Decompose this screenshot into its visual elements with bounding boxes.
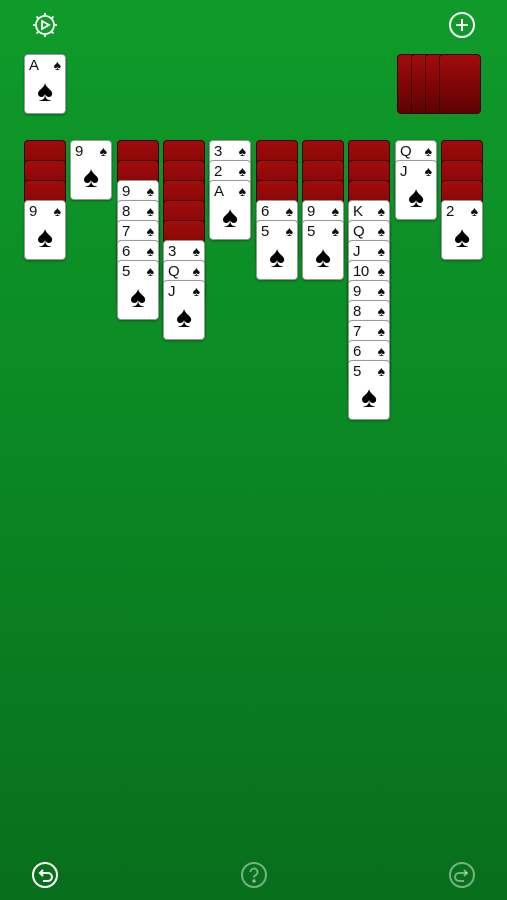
redo-icon[interactable] <box>447 860 477 890</box>
undo-icon[interactable] <box>30 860 60 890</box>
tableau-card[interactable]: 9♠♠ <box>70 140 112 200</box>
spade-icon: ♠ <box>99 143 107 159</box>
card-rank: 6 <box>122 243 130 260</box>
spade-icon: ♠ <box>146 243 154 259</box>
tableau-card[interactable]: 5 ♠ ♠ <box>256 220 298 280</box>
spade-icon: ♠ <box>146 203 154 219</box>
tableau-card[interactable]: 5 ♠ ♠ <box>117 260 159 320</box>
plus-circle-icon[interactable] <box>447 10 477 40</box>
card-rank: 10 <box>353 263 369 280</box>
card-rank: 6 <box>353 343 361 360</box>
tableau-card[interactable]: 9♠♠ <box>24 200 66 260</box>
card-rank: 7 <box>122 223 130 240</box>
spade-icon: ♠ <box>377 283 385 299</box>
spade-icon: ♠ <box>53 203 61 219</box>
tableau-card[interactable]: J♠♠ <box>163 280 205 340</box>
spade-icon: ♠ <box>146 223 154 239</box>
card-rank: A <box>29 57 39 74</box>
card-rank: 9 <box>353 283 361 300</box>
card-rank: J <box>400 163 408 180</box>
spade-icon: ♠ <box>238 163 246 179</box>
spade-icon: ♠ <box>424 163 432 179</box>
spade-icon: ♠ <box>285 203 293 219</box>
card-rank: A <box>214 183 224 200</box>
card-rank: 8 <box>122 203 130 220</box>
spade-icon: ♠ <box>269 241 285 274</box>
spade-icon: ♠ <box>146 183 154 199</box>
spade-icon: ♠ <box>377 203 385 219</box>
spade-icon: ♠ <box>424 143 432 159</box>
spade-icon: ♠ <box>408 181 424 214</box>
card-rank: 5 <box>353 363 361 380</box>
spade-icon: ♠ <box>377 223 385 239</box>
card-rank: 6 <box>261 203 269 220</box>
spade-icon: ♠ <box>238 143 246 159</box>
spade-icon: ♠ <box>377 243 385 259</box>
spade-icon: ♠ <box>192 263 200 279</box>
spade-icon: ♠ <box>83 161 99 194</box>
spade-icon: ♠ <box>377 343 385 359</box>
spade-icon: ♠ <box>285 223 293 239</box>
spade-icon: ♠ <box>222 201 238 234</box>
spade-icon: ♠ <box>377 263 385 279</box>
card-rank: Q <box>400 143 412 160</box>
spade-icon: ♠ <box>53 57 61 73</box>
card-rank: 5 <box>307 223 315 240</box>
card-rank: 9 <box>75 143 83 160</box>
spade-icon: ♠ <box>37 221 53 254</box>
spade-icon: ♠ <box>331 203 339 219</box>
card-rank: 2 <box>214 163 222 180</box>
card-rank: Q <box>353 223 365 240</box>
spade-icon: ♠ <box>176 301 192 334</box>
settings-gear-icon[interactable] <box>30 10 60 40</box>
card-rank: J <box>353 243 361 260</box>
card-rank: 5 <box>122 263 130 280</box>
spade-icon: ♠ <box>377 303 385 319</box>
card-rank: 5 <box>261 223 269 240</box>
card-rank: K <box>353 203 363 220</box>
card-rank: 9 <box>29 203 37 220</box>
spade-icon: ♠ <box>377 363 385 379</box>
tableau-card[interactable]: 5 ♠ ♠ <box>302 220 344 280</box>
card-rank: 9 <box>307 203 315 220</box>
card-rank: 3 <box>214 143 222 160</box>
spade-icon: ♠ <box>470 203 478 219</box>
foundation-card[interactable]: A ♠ ♠ <box>24 54 66 114</box>
help-icon[interactable] <box>239 860 269 890</box>
spade-icon: ♠ <box>315 241 331 274</box>
spade-icon: ♠ <box>377 323 385 339</box>
spade-icon: ♠ <box>454 221 470 254</box>
spade-icon: ♠ <box>130 281 146 314</box>
card-rank: 8 <box>353 303 361 320</box>
spade-icon: ♠ <box>238 183 246 199</box>
tableau-card[interactable]: 5 ♠ ♠ <box>348 360 390 420</box>
spade-icon: ♠ <box>146 263 154 279</box>
card-rank: Q <box>168 263 180 280</box>
spade-icon: ♠ <box>192 283 200 299</box>
card-rank: J <box>168 283 176 300</box>
card-rank: 9 <box>122 183 130 200</box>
card-rank: 7 <box>353 323 361 340</box>
spade-icon: ♠ <box>331 223 339 239</box>
spade-icon: ♠ <box>361 381 377 414</box>
tableau-card[interactable]: J♠♠ <box>395 160 437 220</box>
card-rank: 2 <box>446 203 454 220</box>
tableau-card[interactable]: A ♠ ♠ <box>209 180 251 240</box>
tableau-card[interactable]: 2♠♠ <box>441 200 483 260</box>
spade-icon: ♠ <box>192 243 200 259</box>
stock-card-back[interactable] <box>439 54 481 114</box>
spade-icon: ♠ <box>37 75 53 108</box>
card-rank: 3 <box>168 243 176 260</box>
